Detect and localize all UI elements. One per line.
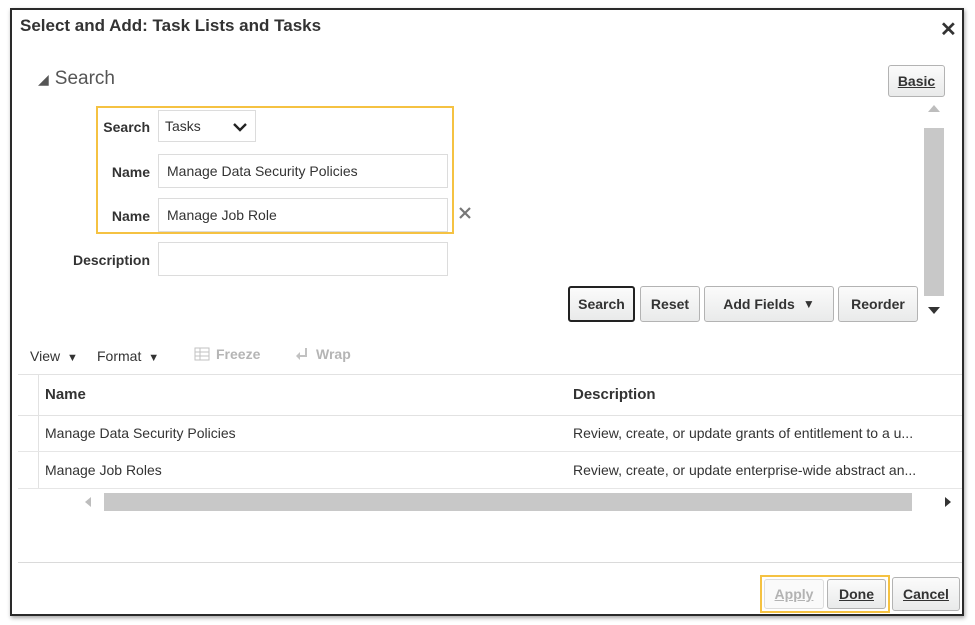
format-menu-label: Format xyxy=(97,348,142,364)
horizontal-scroll-thumb[interactable] xyxy=(104,493,912,511)
search-by-label: Search xyxy=(103,119,150,135)
search-section-label: Search xyxy=(54,68,115,89)
close-icon[interactable]: ✕ xyxy=(940,17,957,42)
row-name-cell: Manage Data Security Policies xyxy=(45,425,236,441)
column-header-name[interactable]: Name xyxy=(45,386,86,403)
basic-button[interactable]: Basic xyxy=(888,65,945,97)
done-button[interactable]: Done xyxy=(827,579,886,609)
collapse-triangle-icon[interactable]: ◢ xyxy=(38,71,49,87)
search-button-label: Search xyxy=(578,296,625,312)
wrap-icon xyxy=(296,348,307,360)
table-header: Name Description xyxy=(18,374,962,416)
reorder-button-label: Reorder xyxy=(851,296,905,312)
basic-button-label: Basic xyxy=(897,73,936,89)
select-and-add-dialog: Select and Add: Task Lists and Tasks ✕ ◢… xyxy=(10,8,964,616)
search-button[interactable]: Search xyxy=(568,286,635,322)
row-name-cell: Manage Job Roles xyxy=(45,462,162,478)
results-table: Name Description Manage Data Security Po… xyxy=(18,374,962,520)
name2-value: Manage Job Role xyxy=(167,207,277,223)
reorder-button[interactable]: Reorder xyxy=(838,286,918,322)
view-dropdown-icon: ▼ xyxy=(66,352,78,364)
scroll-down-icon[interactable] xyxy=(927,306,941,315)
row-gutter xyxy=(18,375,39,415)
name1-input[interactable]: Manage Data Security Policies xyxy=(158,154,448,188)
row-description-cell: Review, create, or update enterprise-wid… xyxy=(573,462,917,478)
remove-field-icon[interactable] xyxy=(459,207,471,219)
description-label: Description xyxy=(72,252,150,268)
freeze-button[interactable]: Freeze xyxy=(194,346,260,362)
apply-button-label: Apply xyxy=(774,586,814,602)
wrap-label: Wrap xyxy=(316,346,351,362)
column-header-description[interactable]: Description xyxy=(573,386,656,403)
reset-button-label: Reset xyxy=(650,296,690,312)
scroll-right-icon[interactable] xyxy=(944,496,952,508)
add-fields-button-label: Add Fields xyxy=(723,296,795,312)
done-button-label: Done xyxy=(839,586,874,602)
wrap-button[interactable]: Wrap xyxy=(294,346,351,362)
freeze-label: Freeze xyxy=(216,346,261,362)
dialog-title: Select and Add: Task Lists and Tasks xyxy=(20,16,322,35)
view-menu-label: View xyxy=(30,348,61,364)
row-description-cell: Review, create, or update grants of enti… xyxy=(573,425,914,441)
table-row[interactable]: Manage Data Security Policies Review, cr… xyxy=(18,415,962,452)
dropdown-arrow-icon: ▼ xyxy=(802,297,815,311)
add-fields-button[interactable]: Add Fields ▼ xyxy=(704,286,834,322)
scroll-up-icon[interactable] xyxy=(927,104,941,113)
view-menu[interactable]: View ▼ xyxy=(30,348,78,364)
reset-button[interactable]: Reset xyxy=(640,286,700,322)
scroll-left-icon[interactable] xyxy=(84,496,92,508)
row-gutter xyxy=(18,452,39,488)
search-by-value: Tasks xyxy=(165,118,201,134)
freeze-icon xyxy=(194,347,210,361)
cancel-button-label: Cancel xyxy=(903,586,949,602)
name2-label: Name xyxy=(111,208,150,224)
search-section-header[interactable]: ◢ Search xyxy=(38,68,115,90)
name2-input[interactable]: Manage Job Role xyxy=(158,198,448,232)
row-gutter xyxy=(18,415,39,451)
name1-label: Name xyxy=(111,164,150,180)
description-input[interactable] xyxy=(158,242,448,276)
horizontal-scrollbar[interactable] xyxy=(78,490,962,514)
table-row[interactable]: Manage Job Roles Review, create, or upda… xyxy=(18,452,962,489)
vertical-scroll-thumb[interactable] xyxy=(924,128,944,296)
apply-button[interactable]: Apply xyxy=(764,579,824,609)
cancel-button[interactable]: Cancel xyxy=(892,577,960,611)
footer-divider xyxy=(18,562,962,563)
format-menu[interactable]: Format ▼ xyxy=(97,348,159,364)
chevron-down-icon xyxy=(233,123,247,132)
vertical-scrollbar[interactable] xyxy=(922,98,946,322)
format-dropdown-icon: ▼ xyxy=(148,352,160,364)
search-by-select[interactable]: Tasks xyxy=(158,110,256,142)
name1-value: Manage Data Security Policies xyxy=(167,163,358,179)
